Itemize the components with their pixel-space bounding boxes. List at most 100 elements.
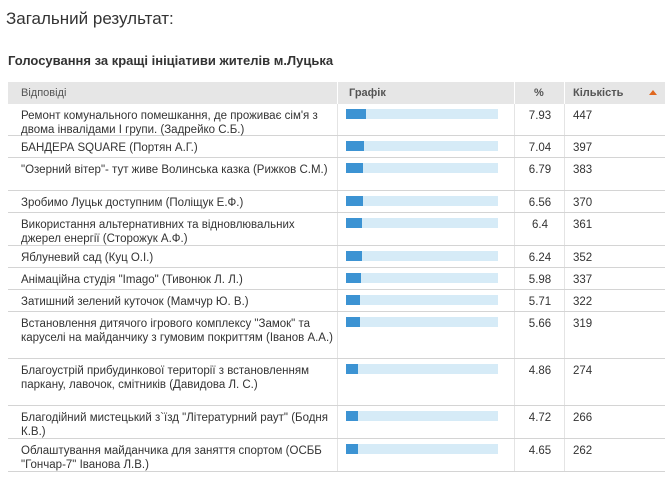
column-divider (337, 439, 338, 471)
poll-results-page: Загальний результат: Голосування за кращ… (0, 0, 672, 501)
result-bar-fill (346, 163, 363, 173)
column-divider (337, 136, 338, 157)
count-value: 447 (573, 110, 593, 122)
column-divider (564, 191, 565, 212)
answer-text: Встановлення дитячого ігрового комплексу… (21, 318, 334, 344)
page-title: Загальний результат: (6, 9, 174, 28)
result-bar-track (346, 109, 498, 119)
count-value: 274 (573, 365, 593, 377)
answer-text: Ремонт комунального помешкання, де прожи… (21, 110, 318, 136)
header-graph[interactable]: Графік (349, 87, 386, 99)
column-divider (337, 213, 338, 245)
answer-text: БАНДЕРА SQUARE (Портян А.Г.) (21, 142, 198, 154)
answer-text: Яблуневий сад (Куц О.І.) (21, 252, 154, 264)
result-bar-track (346, 163, 498, 173)
result-bar-track (346, 196, 498, 206)
percent-value: 7.93 (528, 110, 552, 122)
column-divider (514, 158, 515, 190)
header-divider (514, 82, 515, 104)
column-divider (514, 136, 515, 157)
column-divider (564, 246, 565, 267)
sort-ascending-icon[interactable] (649, 90, 657, 95)
header-answers[interactable]: Відповіді (21, 87, 66, 99)
result-bar-track (346, 364, 498, 374)
table-row: Благодійний мистецький з`їзд "Літературн… (8, 406, 665, 439)
header-count[interactable]: Кількість (573, 87, 623, 99)
column-divider (564, 104, 565, 135)
percent-value: 6.4 (532, 219, 548, 231)
count-value: 322 (573, 296, 593, 308)
column-divider (564, 158, 565, 190)
column-divider (337, 104, 338, 135)
count-value: 370 (573, 197, 593, 209)
count-value: 319 (573, 318, 593, 330)
percent-value: 4.65 (528, 445, 552, 457)
column-divider (337, 246, 338, 267)
percent-value: 5.98 (528, 274, 552, 286)
percent-value: 7.04 (528, 142, 552, 154)
percent-value: 4.86 (528, 365, 552, 377)
answer-text: Благоустрій прибудинкової території з вс… (21, 365, 309, 391)
column-divider (514, 406, 515, 438)
column-divider (514, 213, 515, 245)
count-value: 383 (573, 164, 593, 176)
percent-value: 5.71 (528, 296, 552, 308)
percent-value: 6.79 (528, 164, 552, 176)
header-divider (337, 82, 338, 104)
count-value: 262 (573, 445, 593, 457)
column-divider (337, 312, 338, 358)
result-bar-fill (346, 141, 364, 151)
column-divider (337, 406, 338, 438)
table-row: Затишний зелений куточок (Мамчур Ю. В.) 5… (8, 290, 665, 312)
header-percent[interactable]: % (534, 87, 544, 99)
poll-title: Голосування за кращі ініціативи жителів … (8, 53, 334, 68)
column-divider (514, 104, 515, 135)
count-value: 352 (573, 252, 593, 264)
column-divider (337, 290, 338, 311)
result-bar-track (346, 295, 498, 305)
column-divider (514, 191, 515, 212)
result-bar-track (346, 141, 498, 151)
result-bar-fill (346, 196, 363, 206)
percent-value: 6.24 (528, 252, 552, 264)
answer-text: Облаштування майданчика для заняття спор… (21, 445, 322, 471)
column-divider (564, 136, 565, 157)
result-bar-fill (346, 444, 358, 454)
table-row: Використання альтернативних та відновлюв… (8, 213, 665, 246)
column-divider (337, 158, 338, 190)
percent-value: 6.56 (528, 197, 552, 209)
table-row: Анімаційна студія "Imago" (Тивонюк Л. Л.… (8, 268, 665, 290)
answer-text: Використання альтернативних та відновлюв… (21, 219, 295, 245)
table-row: Зробимо Луцьк доступним (Поліщук Е.Ф.) 6.… (8, 191, 665, 213)
column-divider (564, 213, 565, 245)
table-row: Яблуневий сад (Куц О.І.) 6.24 352 (8, 246, 665, 268)
result-bar-fill (346, 317, 360, 327)
answer-text: "Озерний вітер"- тут живе Волинська казк… (21, 164, 328, 176)
header-divider (564, 82, 565, 104)
column-divider (564, 312, 565, 358)
count-value: 361 (573, 219, 593, 231)
column-divider (337, 268, 338, 289)
results-table: Відповіді Графік % Кількість Ремонт кому… (8, 82, 665, 472)
result-bar-track (346, 444, 498, 454)
column-divider (564, 268, 565, 289)
result-bar-fill (346, 273, 361, 283)
column-divider (514, 439, 515, 471)
answer-text: Анімаційна студія "Imago" (Тивонюк Л. Л.… (21, 274, 243, 286)
column-divider (564, 406, 565, 438)
column-divider (564, 290, 565, 311)
answer-text: Благодійний мистецький з`їзд "Літературн… (21, 412, 329, 438)
column-divider (514, 268, 515, 289)
count-value: 266 (573, 412, 593, 424)
column-divider (564, 439, 565, 471)
column-divider (514, 312, 515, 358)
table-row: Встановлення дитячого ігрового комплексу… (8, 312, 665, 359)
table-row: Благоустрій прибудинкової території з вс… (8, 359, 665, 406)
table-row: Ремонт комунального помешкання, де прожи… (8, 104, 665, 136)
answer-text: Затишний зелений куточок (Мамчур Ю. В.) (21, 296, 249, 308)
table-body: Ремонт комунального помешкання, де прожи… (8, 104, 665, 472)
column-divider (514, 290, 515, 311)
percent-value: 5.66 (528, 318, 552, 330)
result-bar-track (346, 411, 498, 421)
column-divider (337, 191, 338, 212)
